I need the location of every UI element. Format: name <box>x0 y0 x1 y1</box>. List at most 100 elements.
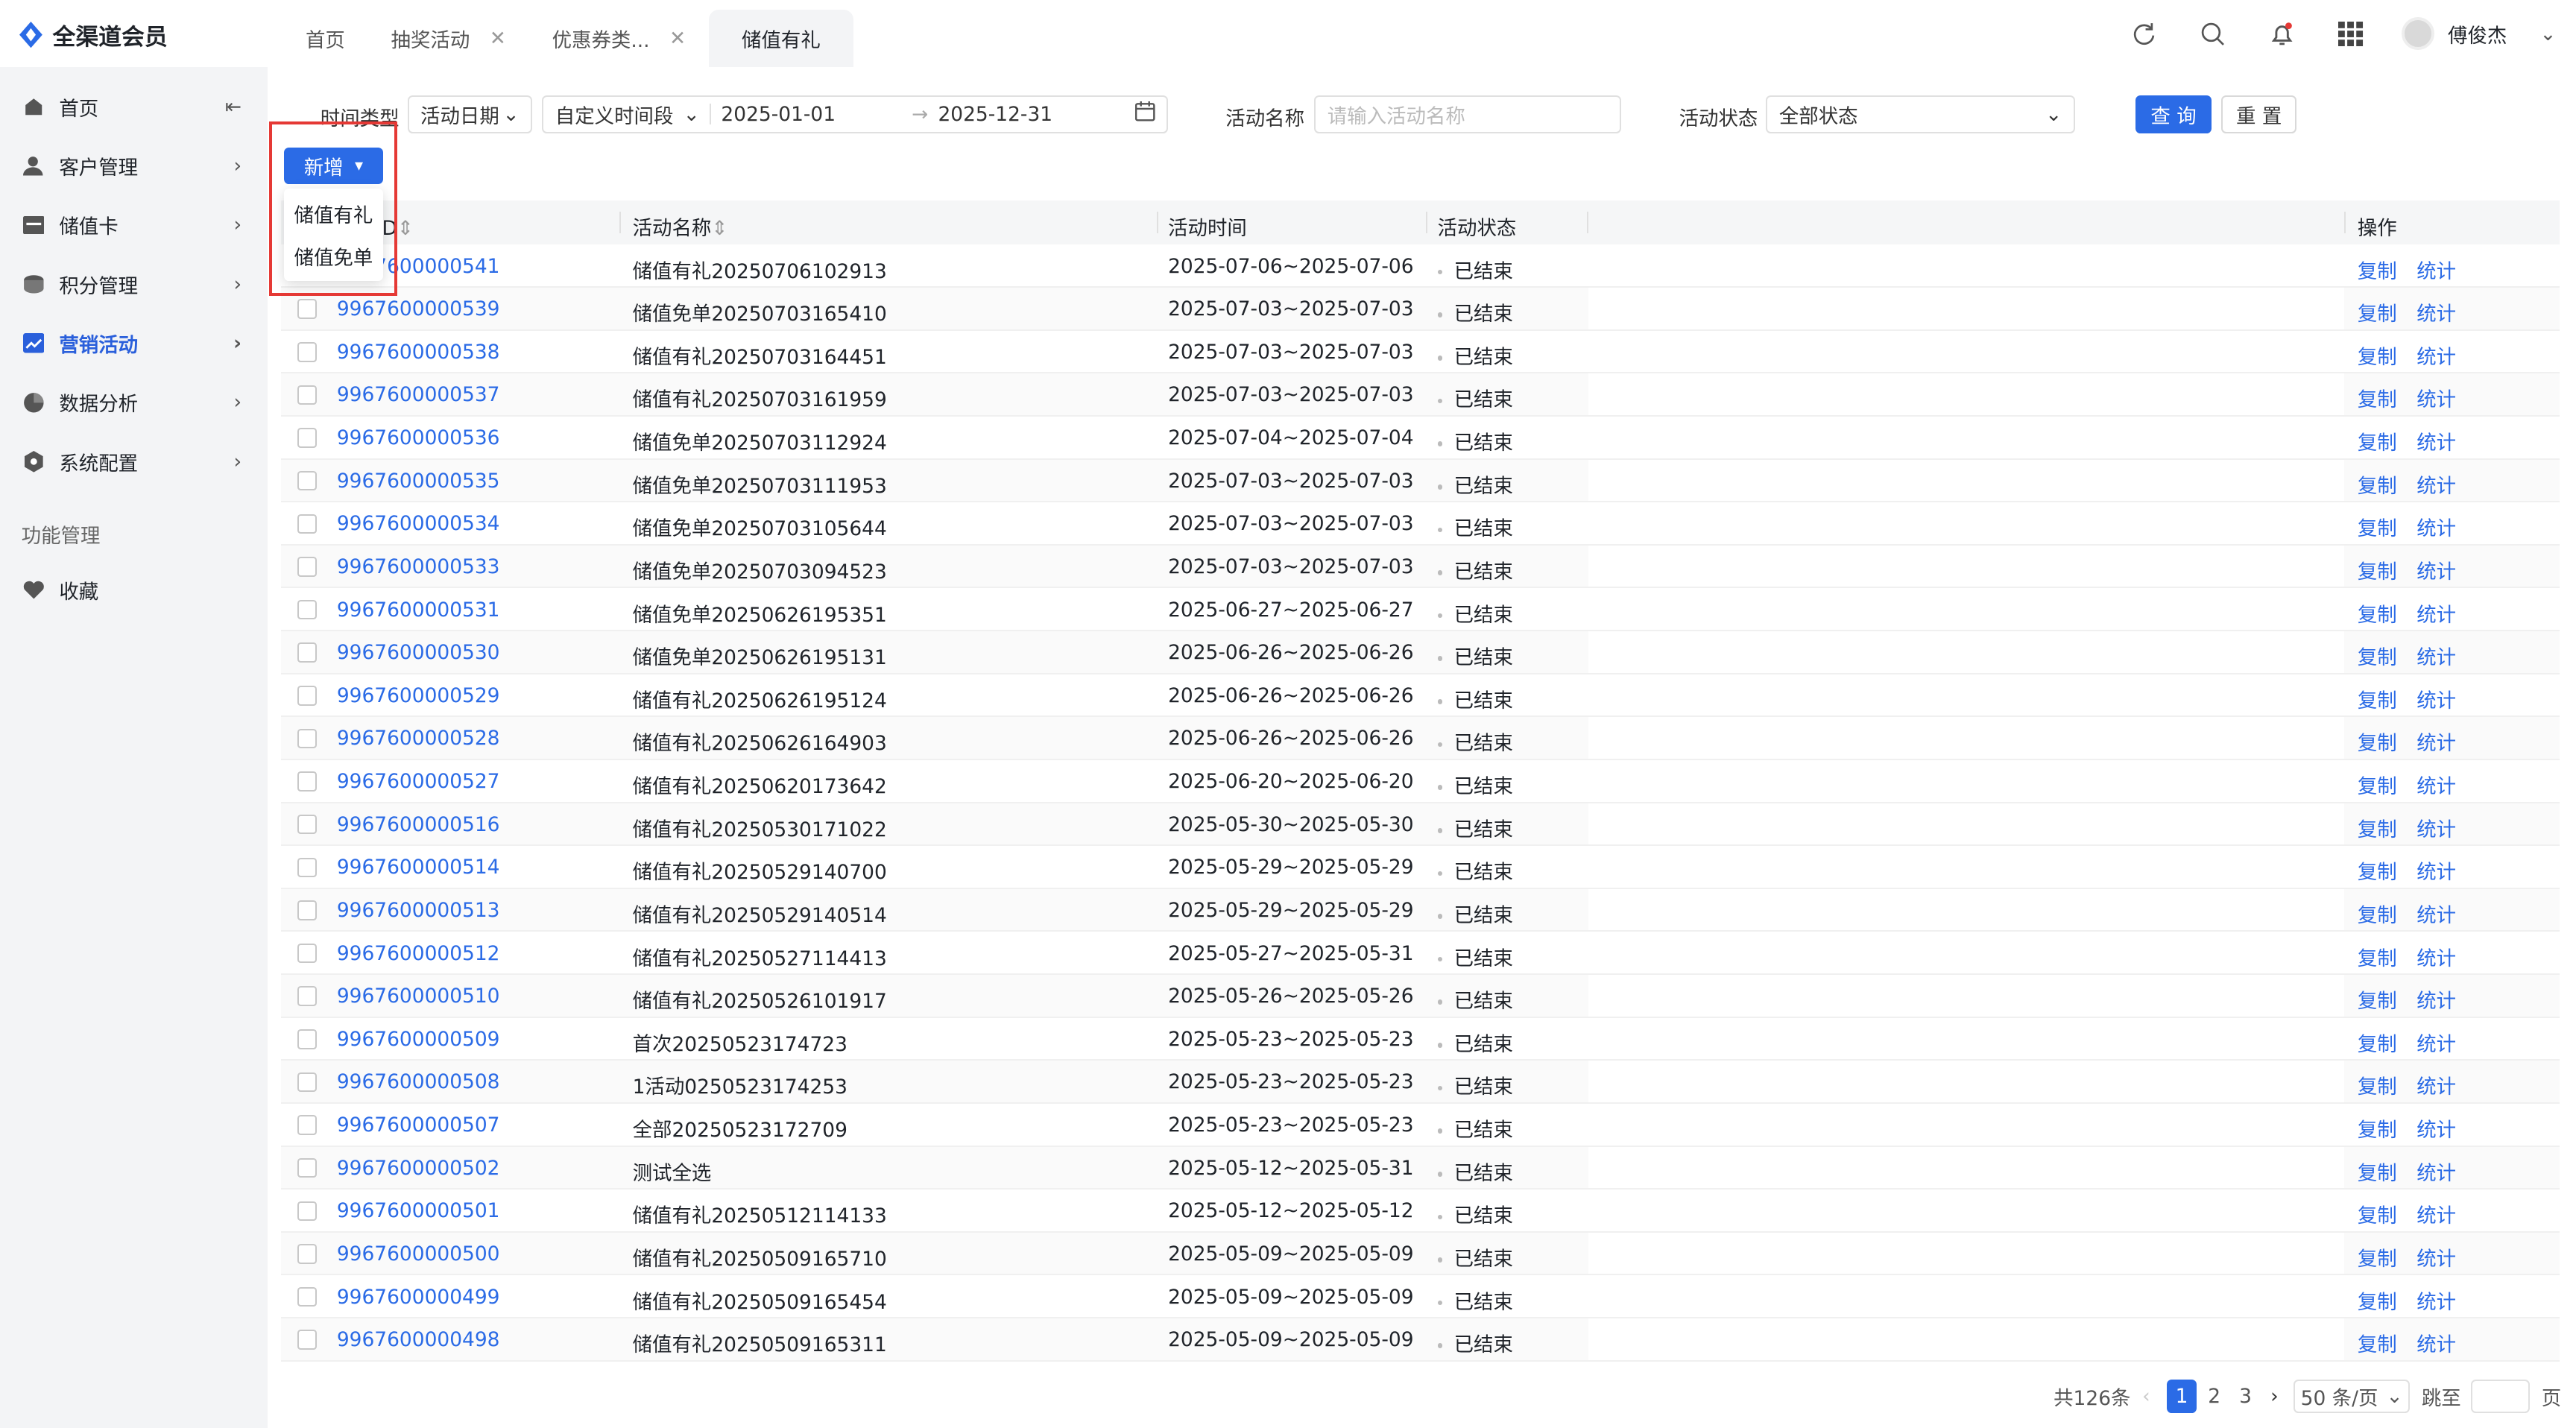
row-checkbox[interactable] <box>297 1330 318 1350</box>
copy-link[interactable]: 复制 <box>2358 1157 2397 1186</box>
stats-link[interactable]: 统计 <box>2416 641 2456 670</box>
sort-icon[interactable]: ⇕ <box>397 217 414 240</box>
sidebar-item-favorites[interactable]: 收藏 <box>0 560 268 619</box>
activity-id-link[interactable]: 9967600000513 <box>337 899 500 922</box>
copy-link[interactable]: 复制 <box>2358 1028 2397 1057</box>
jump-input[interactable] <box>2470 1380 2531 1413</box>
stats-link[interactable]: 统计 <box>2416 1199 2456 1228</box>
row-checkbox[interactable] <box>297 986 318 1006</box>
copy-link[interactable]: 复制 <box>2358 899 2397 928</box>
sort-icon[interactable]: ⇕ <box>711 217 727 240</box>
activity-id-link[interactable]: 9967600000509 <box>337 1028 500 1051</box>
activity-id-link[interactable]: 9967600000537 <box>337 383 500 406</box>
copy-link[interactable]: 复制 <box>2358 1113 2397 1143</box>
row-checkbox[interactable] <box>297 557 318 577</box>
stats-link[interactable]: 统计 <box>2416 297 2456 326</box>
copy-link[interactable]: 复制 <box>2358 770 2397 799</box>
stats-link[interactable]: 统计 <box>2416 1028 2456 1057</box>
stats-link[interactable]: 统计 <box>2416 1328 2456 1357</box>
activity-id-link[interactable]: 9967600000538 <box>337 341 500 364</box>
sidebar-item-stored-card[interactable]: 储值卡 › <box>0 195 268 254</box>
row-checkbox[interactable] <box>297 1157 318 1178</box>
page-3[interactable]: 3 <box>2239 1380 2252 1412</box>
row-checkbox[interactable] <box>297 1072 318 1093</box>
activity-id-link[interactable]: 9967600000539 <box>337 297 500 320</box>
close-icon[interactable]: ✕ <box>490 27 506 50</box>
activity-id-link[interactable]: 9967600000514 <box>337 856 500 879</box>
activity-id-link[interactable]: 9967600000498 <box>337 1328 500 1351</box>
copy-link[interactable]: 复制 <box>2358 727 2397 756</box>
tab-coupon[interactable]: 优惠券类... ✕ <box>529 10 709 67</box>
stats-link[interactable]: 统计 <box>2416 1242 2456 1271</box>
copy-link[interactable]: 复制 <box>2358 641 2397 670</box>
activity-name-input[interactable]: 请输入活动名称 <box>1314 95 1622 133</box>
stats-link[interactable]: 统计 <box>2416 512 2456 541</box>
activity-id-link[interactable]: 9967600000529 <box>337 684 500 707</box>
row-checkbox[interactable] <box>297 514 318 534</box>
stats-link[interactable]: 统计 <box>2416 426 2456 455</box>
row-checkbox[interactable] <box>297 1286 318 1307</box>
row-checkbox[interactable] <box>297 814 318 835</box>
activity-id-link[interactable]: 9967600000528 <box>337 727 500 750</box>
row-checkbox[interactable] <box>297 1115 318 1135</box>
copy-link[interactable]: 复制 <box>2358 470 2397 499</box>
row-checkbox[interactable] <box>297 428 318 448</box>
activity-status-select[interactable]: 全部状态 ⌄ <box>1766 95 2075 133</box>
copy-link[interactable]: 复制 <box>2358 1199 2397 1228</box>
query-button[interactable]: 查 询 <box>2135 95 2212 133</box>
sidebar-item-home[interactable]: 首页 ⇤ <box>0 78 268 136</box>
copy-link[interactable]: 复制 <box>2358 856 2397 885</box>
date-start-input[interactable]: 2025-01-01 <box>721 103 912 126</box>
sidebar-item-points[interactable]: 积分管理 › <box>0 255 268 314</box>
copy-link[interactable]: 复制 <box>2358 1286 2397 1315</box>
copy-link[interactable]: 复制 <box>2358 512 2397 541</box>
row-checkbox[interactable] <box>297 342 318 362</box>
row-checkbox[interactable] <box>297 857 318 877</box>
row-checkbox[interactable] <box>297 470 318 491</box>
activity-id-link[interactable]: 9967600000500 <box>337 1242 500 1266</box>
stats-link[interactable]: 统计 <box>2416 1070 2456 1099</box>
activity-id-link[interactable]: 9967600000536 <box>337 426 500 449</box>
sidebar-item-customers[interactable]: 客户管理 › <box>0 136 268 195</box>
copy-link[interactable]: 复制 <box>2358 684 2397 713</box>
sidebar-item-settings[interactable]: 系统配置 › <box>0 432 268 491</box>
stats-link[interactable]: 统计 <box>2416 1157 2456 1186</box>
row-checkbox[interactable] <box>297 686 318 706</box>
copy-link[interactable]: 复制 <box>2358 426 2397 455</box>
tab-home[interactable]: 首页 <box>282 10 368 67</box>
row-checkbox[interactable] <box>297 900 318 920</box>
stats-link[interactable]: 统计 <box>2416 684 2456 713</box>
copy-link[interactable]: 复制 <box>2358 297 2397 326</box>
row-checkbox[interactable] <box>297 642 318 663</box>
menu-item-stored-free[interactable]: 储值免单 <box>284 235 382 277</box>
activity-id-link[interactable]: 9967600000534 <box>337 512 500 535</box>
stats-link[interactable]: 统计 <box>2416 555 2456 584</box>
stats-link[interactable]: 统计 <box>2416 727 2456 756</box>
prev-page-icon[interactable]: ‹ <box>2142 1380 2150 1412</box>
stats-link[interactable]: 统计 <box>2416 341 2456 370</box>
activity-id-link[interactable]: 9967600000501 <box>337 1199 500 1222</box>
copy-link[interactable]: 复制 <box>2358 341 2397 370</box>
row-checkbox[interactable] <box>297 943 318 964</box>
copy-link[interactable]: 复制 <box>2358 598 2397 628</box>
next-page-icon[interactable]: › <box>2270 1380 2279 1412</box>
stats-link[interactable]: 统计 <box>2416 985 2456 1014</box>
menu-item-stored-gift[interactable]: 储值有礼 <box>284 192 382 235</box>
activity-id-link[interactable]: 9967600000535 <box>337 470 500 493</box>
stats-link[interactable]: 统计 <box>2416 856 2456 885</box>
row-checkbox[interactable] <box>297 771 318 792</box>
tab-lottery[interactable]: 抽奖活动 ✕ <box>368 10 529 67</box>
time-type-select[interactable]: 活动日期 ⌄ <box>407 95 533 133</box>
apps-grid-icon[interactable] <box>2333 16 2369 51</box>
row-checkbox[interactable] <box>297 728 318 749</box>
collapse-sidebar-icon[interactable]: ⇤ <box>225 95 242 119</box>
sidebar-item-analytics[interactable]: 数据分析 › <box>0 373 268 432</box>
stats-link[interactable]: 统计 <box>2416 942 2456 971</box>
row-checkbox[interactable] <box>297 599 318 620</box>
stats-link[interactable]: 统计 <box>2416 598 2456 628</box>
stats-link[interactable]: 统计 <box>2416 1113 2456 1143</box>
tab-stored-value-gift[interactable]: 储值有礼 <box>708 10 853 68</box>
page-2[interactable]: 2 <box>2208 1380 2220 1412</box>
stats-link[interactable]: 统计 <box>2416 1286 2456 1315</box>
copy-link[interactable]: 复制 <box>2358 985 2397 1014</box>
